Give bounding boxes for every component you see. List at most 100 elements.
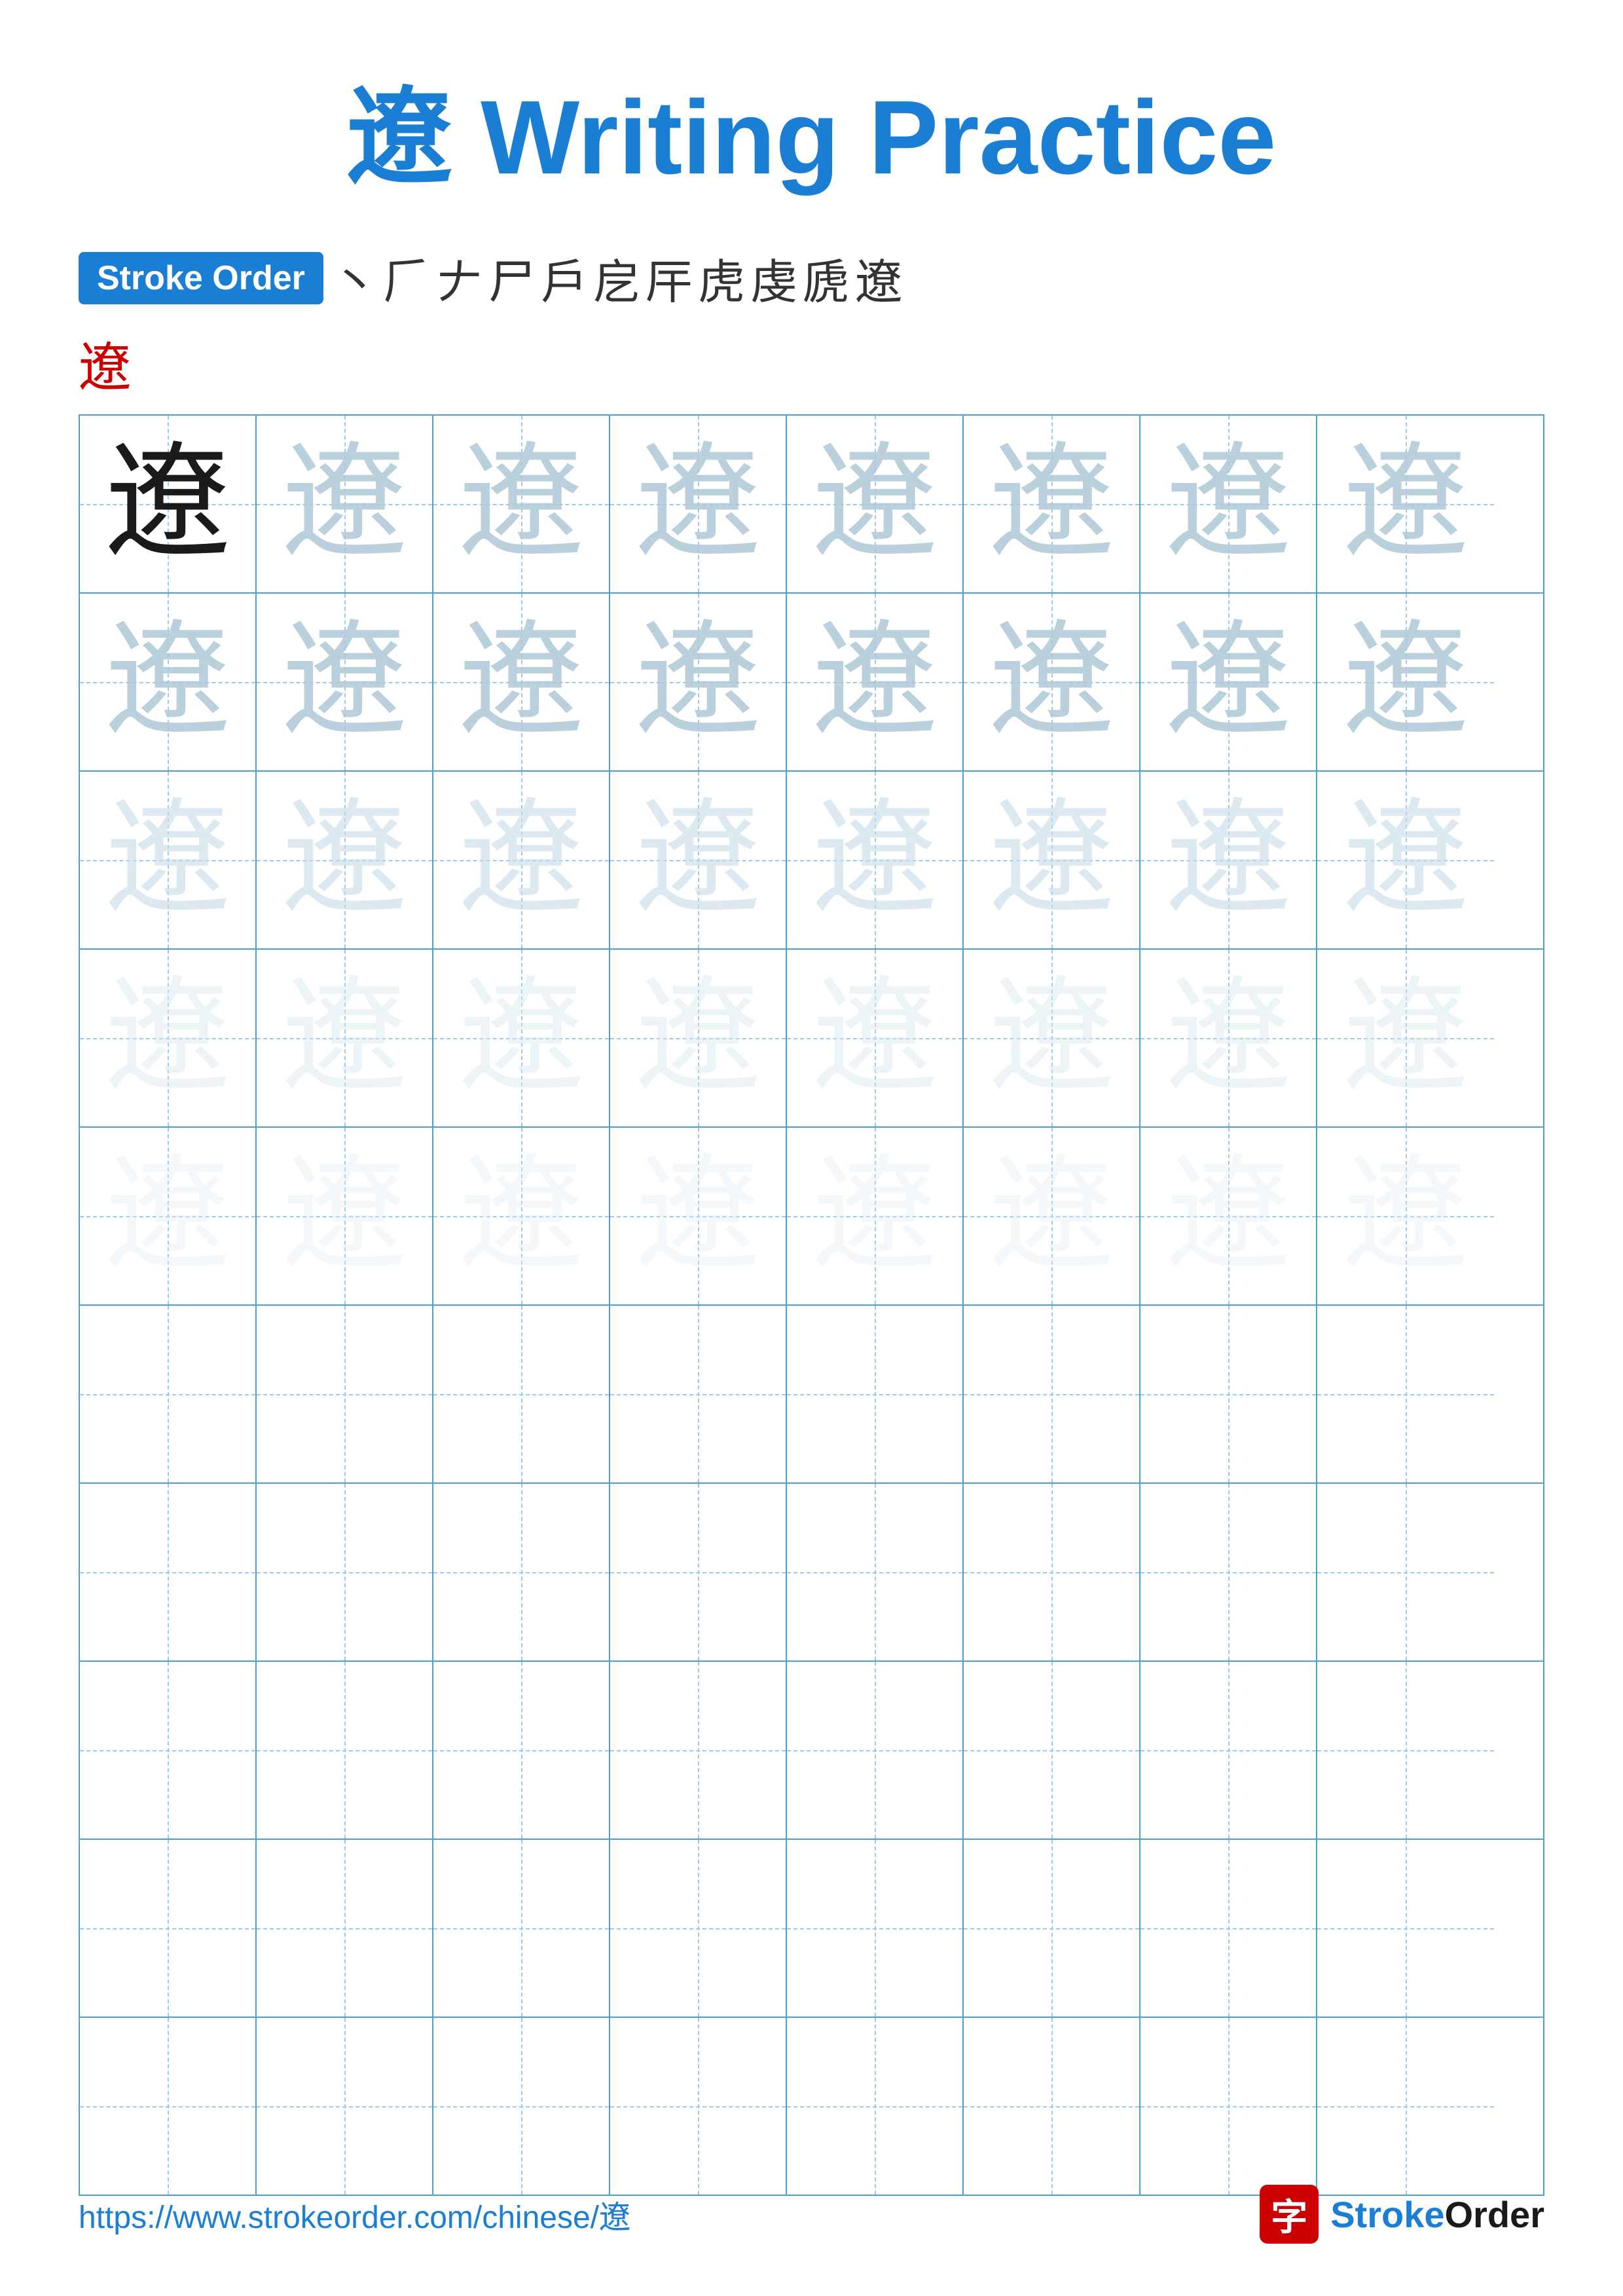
grid-cell: 遼: [257, 416, 433, 592]
grid-cell[interactable]: [610, 1840, 787, 2017]
grid-cell: 遼: [433, 416, 610, 592]
grid-cell: 遼: [1140, 416, 1317, 592]
grid-cell: 遼: [787, 416, 964, 592]
practice-char: 遼: [636, 442, 760, 566]
practice-char: 遼: [459, 442, 583, 566]
practice-char: 遼: [812, 620, 937, 744]
practice-char: 遼: [1343, 798, 1468, 922]
practice-char: 遼: [989, 442, 1114, 566]
grid-row-5: 遼 遼 遼 遼 遼 遼 遼 遼: [80, 1128, 1543, 1306]
grid-cell[interactable]: [1140, 1662, 1317, 1839]
grid-cell: 遼: [80, 950, 257, 1126]
page-title: 遼 Writing Practice: [79, 52, 1544, 204]
practice-char: 遼: [105, 442, 230, 566]
grid-cell[interactable]: [257, 1840, 433, 2017]
practice-char: 遼: [1166, 798, 1290, 922]
grid-cell[interactable]: [787, 1662, 964, 1839]
grid-cell: 遼: [610, 594, 787, 770]
grid-cell[interactable]: [964, 1840, 1140, 2017]
grid-cell[interactable]: [787, 1484, 964, 1660]
grid-cell[interactable]: [257, 1306, 433, 1482]
grid-cell[interactable]: [1140, 2018, 1317, 2195]
footer-logo-text: StrokeOrder: [1330, 2193, 1544, 2236]
stroke-1: 丶: [331, 243, 378, 312]
footer: https://www.strokeorder.com/chinese/遼 字 …: [79, 2185, 1544, 2244]
grid-cell[interactable]: [1317, 1840, 1494, 2017]
grid-cell[interactable]: [964, 1306, 1140, 1482]
grid-row-9: [80, 1840, 1543, 2018]
grid-cell[interactable]: [1140, 1840, 1317, 2017]
grid-cell[interactable]: [1317, 1484, 1494, 1660]
grid-cell: 遼: [1317, 416, 1494, 592]
grid-cell[interactable]: [80, 1840, 257, 2017]
practice-char: 遼: [989, 620, 1114, 744]
practice-char: 遼: [989, 798, 1114, 922]
stroke-8: 虎: [698, 243, 745, 312]
practice-char: 遼: [105, 976, 230, 1100]
grid-cell[interactable]: [610, 2018, 787, 2195]
grid-cell: 遼: [257, 1128, 433, 1304]
grid-cell[interactable]: [1317, 1662, 1494, 1839]
grid-cell: 遼: [964, 1128, 1140, 1304]
grid-cell[interactable]: [964, 1484, 1140, 1660]
practice-char: 遼: [989, 976, 1114, 1100]
practice-char: 遼: [282, 976, 407, 1100]
grid-cell: 遼: [80, 772, 257, 948]
grid-cell: 遼: [964, 594, 1140, 770]
grid-cell: 遼: [1140, 594, 1317, 770]
grid-cell: 遼: [1317, 950, 1494, 1126]
practice-char: 遼: [105, 798, 230, 922]
grid-cell[interactable]: [1140, 1484, 1317, 1660]
grid-cell[interactable]: [433, 2018, 610, 2195]
grid-cell[interactable]: [257, 2018, 433, 2195]
grid-cell: 遼: [610, 416, 787, 592]
grid-cell[interactable]: [1140, 1306, 1317, 1482]
grid-row-7: [80, 1484, 1543, 1662]
grid-cell[interactable]: [433, 1306, 610, 1482]
grid-row-8: [80, 1662, 1543, 1840]
stroke-5: 戶: [541, 243, 588, 312]
practice-char: 遼: [459, 976, 583, 1100]
grid-cell[interactable]: [964, 1662, 1140, 1839]
stroke-9: 虔: [750, 243, 797, 312]
grid-cell[interactable]: [787, 1306, 964, 1482]
grid-cell: 遼: [964, 772, 1140, 948]
grid-cell: 遼: [1317, 594, 1494, 770]
grid-cell[interactable]: [433, 1662, 610, 1839]
stroke-11: 遼: [855, 243, 902, 312]
grid-cell: 遼: [610, 1128, 787, 1304]
practice-char: 遼: [1343, 1154, 1468, 1278]
grid-cell[interactable]: [610, 1484, 787, 1660]
grid-row-10: [80, 2018, 1543, 2195]
grid-cell[interactable]: [433, 1484, 610, 1660]
grid-cell[interactable]: [80, 1662, 257, 1839]
grid-cell: 遼: [433, 950, 610, 1126]
grid-cell[interactable]: [1317, 2018, 1494, 2195]
practice-char: 遼: [812, 976, 937, 1100]
grid-cell[interactable]: [257, 1484, 433, 1660]
grid-cell: 遼: [80, 594, 257, 770]
grid-cell[interactable]: [80, 2018, 257, 2195]
grid-cell[interactable]: [1317, 1306, 1494, 1482]
footer-logo: 字 StrokeOrder: [1260, 2185, 1544, 2244]
footer-url[interactable]: https://www.strokeorder.com/chinese/遼: [79, 2191, 630, 2237]
practice-char: 遼: [1166, 620, 1290, 744]
grid-cell: 遼: [80, 416, 257, 592]
grid-cell[interactable]: [787, 1840, 964, 2017]
grid-cell[interactable]: [433, 1840, 610, 2017]
practice-char: 遼: [636, 620, 760, 744]
stroke-2: 𠂆: [384, 243, 431, 312]
grid-cell[interactable]: [610, 1662, 787, 1839]
practice-char: 遼: [105, 1154, 230, 1278]
grid-cell[interactable]: [257, 1662, 433, 1839]
stroke-10: 虒: [803, 243, 850, 312]
footer-logo-icon: 字: [1260, 2185, 1319, 2244]
grid-cell[interactable]: [787, 2018, 964, 2195]
grid-cell[interactable]: [964, 2018, 1140, 2195]
grid-cell[interactable]: [610, 1306, 787, 1482]
practice-char: 遼: [636, 976, 760, 1100]
practice-char: 遼: [812, 798, 937, 922]
grid-cell[interactable]: [80, 1306, 257, 1482]
grid-cell[interactable]: [80, 1484, 257, 1660]
grid-cell: 遼: [433, 594, 610, 770]
